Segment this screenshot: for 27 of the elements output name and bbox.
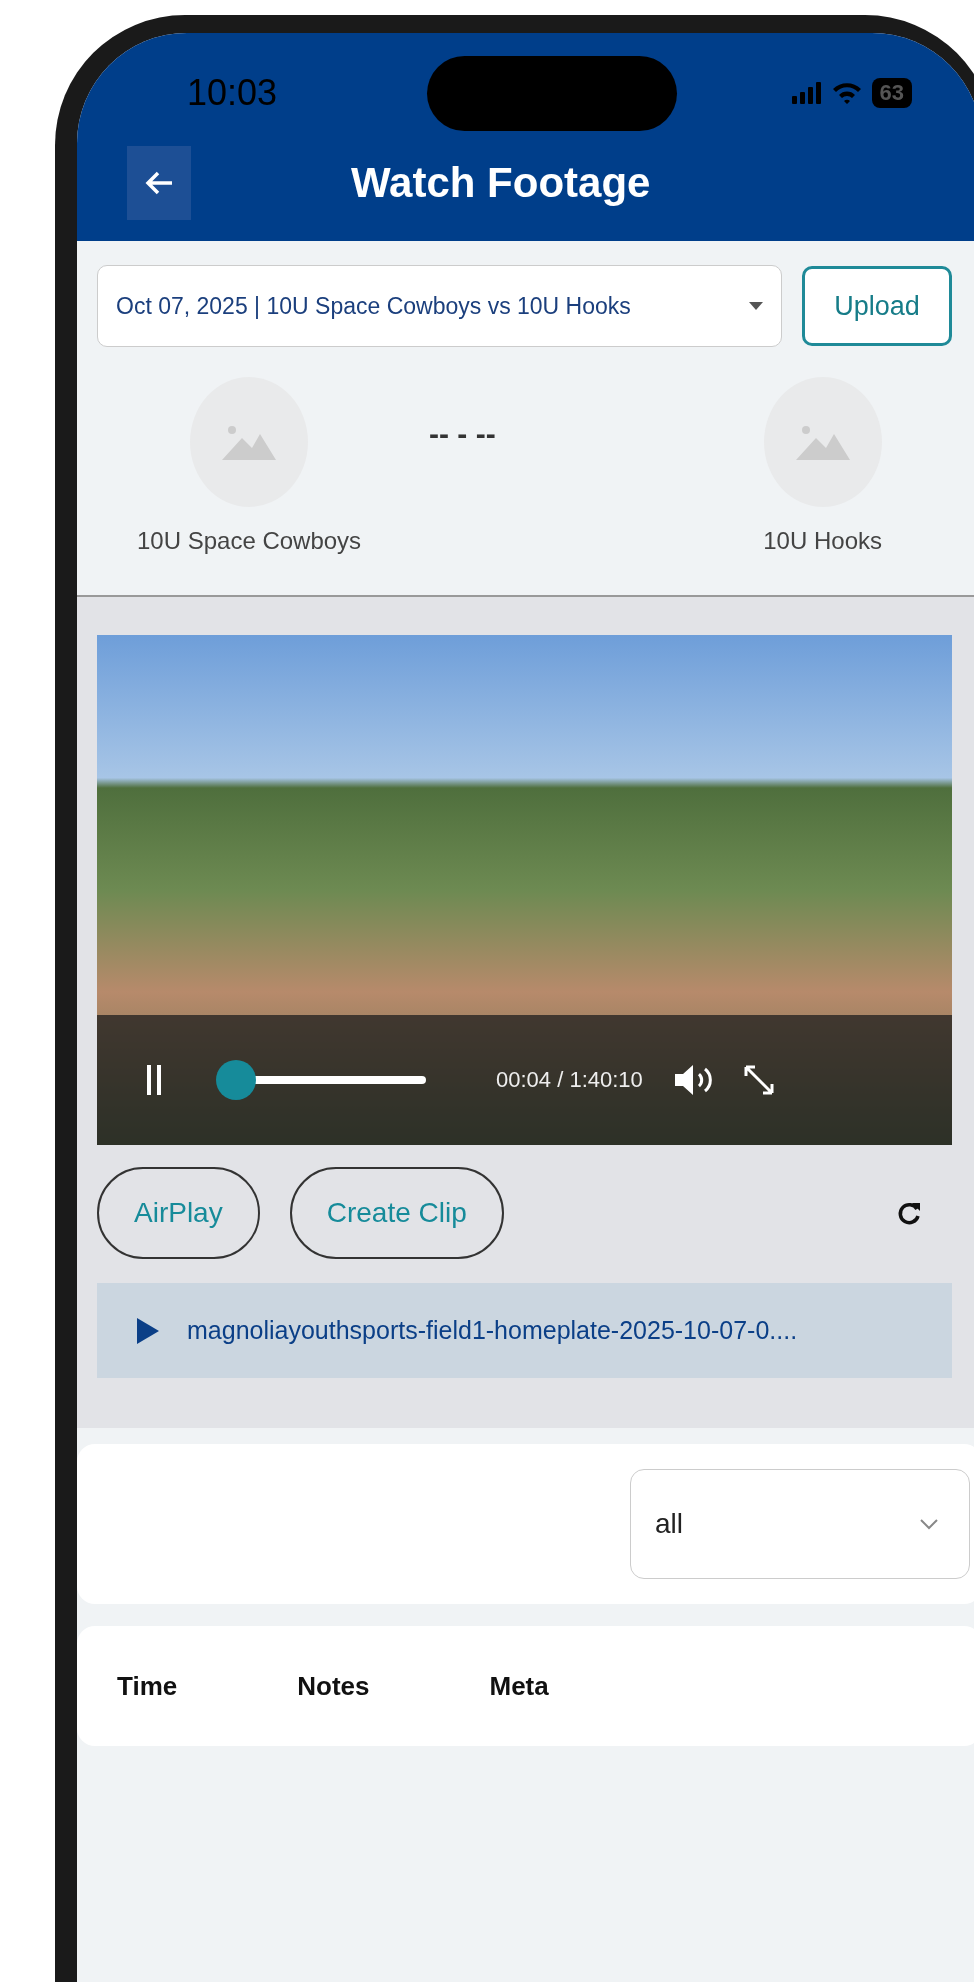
volume-icon[interactable] xyxy=(672,1064,713,1096)
chevron-down-icon xyxy=(919,1518,939,1530)
signal-icon xyxy=(791,82,822,104)
column-header: Notes xyxy=(297,1670,370,1702)
video-time: 00:04 / 1:40:10 xyxy=(496,1067,643,1093)
game-dropdown[interactable]: Oct 07, 2025 | 10U Space Cowboys vs 10U Hooks xyxy=(97,265,782,347)
video-file-item[interactable]: magnoliayouthsports-field1-homeplate-2025-10-07-0.... xyxy=(97,1283,952,1378)
status-time: 10:03 xyxy=(187,72,279,114)
team-name: 10U Space Cowboys xyxy=(137,527,362,555)
column-header: Meta xyxy=(489,1670,549,1702)
fullscreen-icon[interactable] xyxy=(742,1064,775,1096)
filter-dropdown[interactable]: all xyxy=(630,1469,970,1579)
team-name: 10U Hooks xyxy=(763,527,882,555)
play-icon xyxy=(137,1317,159,1344)
back-arrow-icon xyxy=(144,170,174,196)
refresh-icon[interactable] xyxy=(896,1200,922,1226)
dropdown-caret-icon xyxy=(749,302,763,310)
upload-button[interactable]: Upload xyxy=(802,266,952,346)
pause-icon[interactable] xyxy=(147,1065,161,1095)
score: -- - -- xyxy=(429,417,496,451)
seek-handle[interactable] xyxy=(215,1060,256,1100)
back-button[interactable] xyxy=(127,146,191,220)
page-title: Watch Footage xyxy=(351,159,651,207)
column-header: Time xyxy=(117,1670,178,1702)
video-player[interactable]: 00:04 / 1:40:10 xyxy=(97,635,952,1145)
wifi-icon xyxy=(831,82,862,104)
battery-indicator: 63 xyxy=(871,78,912,108)
